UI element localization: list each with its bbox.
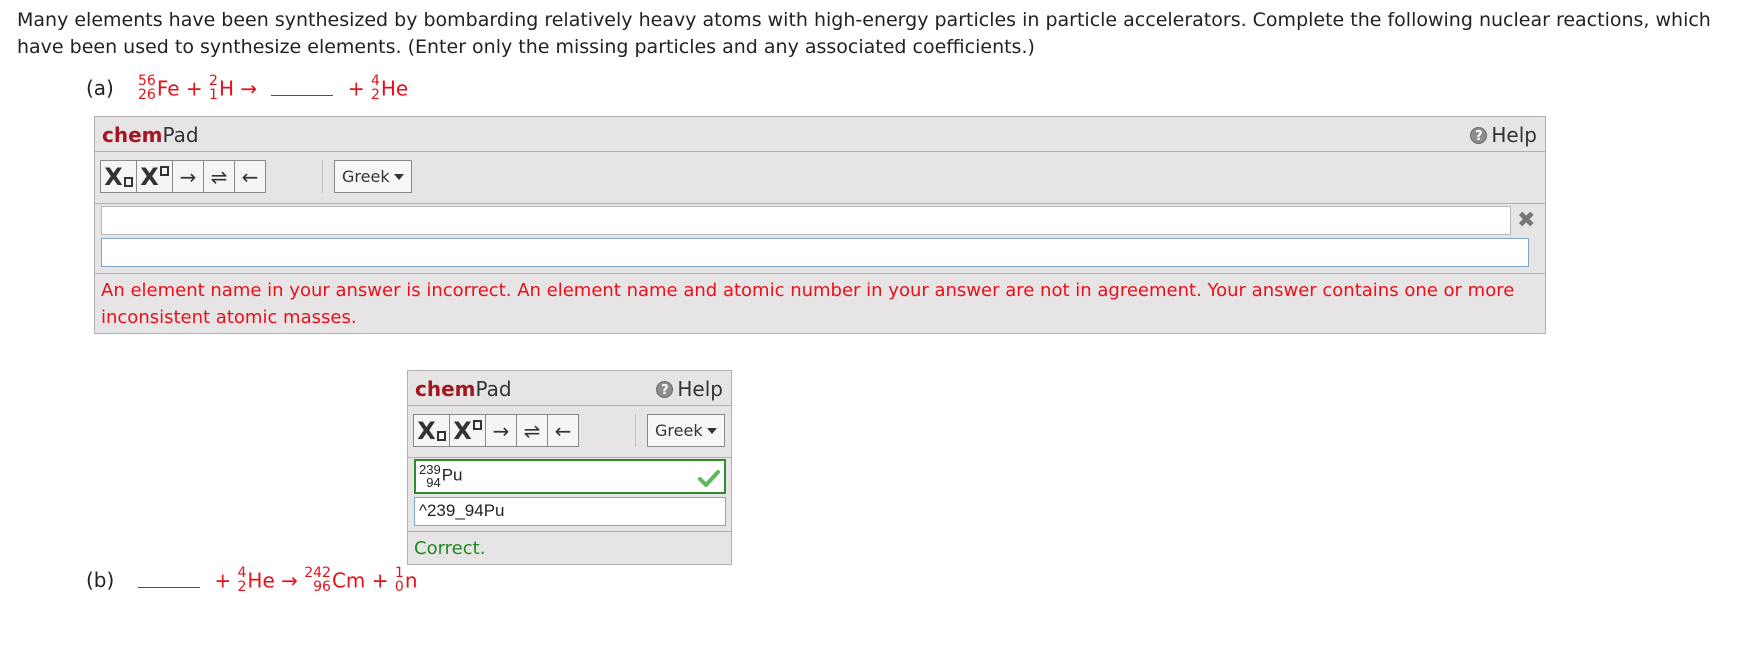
help-icon: ? xyxy=(1470,126,1488,144)
chempad-a-header: chemPad ? Help xyxy=(95,117,1545,152)
subscript-button[interactable]: X xyxy=(100,160,137,193)
superscript-box-icon xyxy=(472,420,482,430)
superscript-box-icon xyxy=(159,166,169,176)
back-arrow-button[interactable]: ← xyxy=(547,414,579,447)
chempad-b: chemPad ? Help X X → ⇌ ← Greek 239 94 Pu ^2… xyxy=(407,370,732,565)
help-button[interactable]: ? Help xyxy=(1470,123,1537,147)
question-intro: Many elements have been synthesized by b… xyxy=(17,9,1711,58)
nuclide-h: 21H xyxy=(209,73,234,103)
feedback-message: An element name in your answer is incorr… xyxy=(101,280,1515,328)
answer-preview xyxy=(101,206,1511,235)
answer-input[interactable] xyxy=(101,238,1529,267)
feedback-divider xyxy=(408,531,731,532)
check-icon xyxy=(698,470,720,487)
dropdown-arrow-icon xyxy=(706,427,717,434)
chempad-b-toolbar: X X → ⇌ ← Greek xyxy=(408,406,731,458)
toolbar-divider xyxy=(635,414,636,447)
subscript-box-icon xyxy=(123,177,133,187)
preview-nuclide: 239 94 Pu xyxy=(419,462,463,490)
help-button[interactable]: ? Help xyxy=(656,377,723,401)
chempad-b-header: chemPad ? Help xyxy=(408,371,731,406)
chempad-title: chemPad xyxy=(102,123,199,147)
superscript-button[interactable]: X xyxy=(449,414,486,447)
answer-blank xyxy=(138,586,200,588)
part-a-equation: 56 26 Fe + 21H → + 4 2 He xyxy=(138,73,409,103)
dropdown-arrow-icon xyxy=(393,173,404,180)
arrow-button[interactable]: → xyxy=(172,160,204,193)
subscript-box-icon xyxy=(436,431,446,441)
back-arrow-button[interactable]: ← xyxy=(234,160,266,193)
nuclide-fe: 56 26 Fe xyxy=(138,73,180,103)
chempad-a-toolbar: X X → ⇌ ← Greek xyxy=(95,152,1545,204)
greek-dropdown[interactable]: Greek xyxy=(647,414,725,447)
equilibrium-button[interactable]: ⇌ xyxy=(203,160,235,193)
feedback-divider xyxy=(95,273,1545,274)
greek-dropdown[interactable]: Greek xyxy=(334,160,412,193)
superscript-button[interactable]: X xyxy=(136,160,173,193)
answer-preview: 239 94 Pu xyxy=(414,459,726,494)
chempad-a: chemPad ? Help X X → ⇌ ← Greek ✖ An eleme… xyxy=(94,116,1546,334)
nuclide-cm: 242 96 Cm xyxy=(304,565,366,595)
part-b-equation: + 4 2 He → 242 96 Cm + 10n xyxy=(130,565,418,596)
help-icon: ? xyxy=(656,380,674,398)
answer-blank xyxy=(271,94,334,96)
nuclide-he: 4 2 He xyxy=(237,565,275,595)
clear-icon[interactable]: ✖ xyxy=(1517,208,1535,233)
nuclide-n: 10n xyxy=(394,565,418,595)
toolbar-divider xyxy=(322,160,323,193)
part-b-label: (b) xyxy=(86,568,115,592)
feedback-message: Correct. xyxy=(414,538,486,559)
nuclide-he: 4 2 He xyxy=(370,73,409,103)
arrow-button[interactable]: → xyxy=(485,414,517,447)
part-a-label: (a) xyxy=(86,76,114,100)
subscript-button[interactable]: X xyxy=(413,414,450,447)
chempad-title: chemPad xyxy=(415,377,512,401)
answer-input[interactable]: ^239_94Pu xyxy=(414,497,726,526)
equilibrium-button[interactable]: ⇌ xyxy=(516,414,548,447)
